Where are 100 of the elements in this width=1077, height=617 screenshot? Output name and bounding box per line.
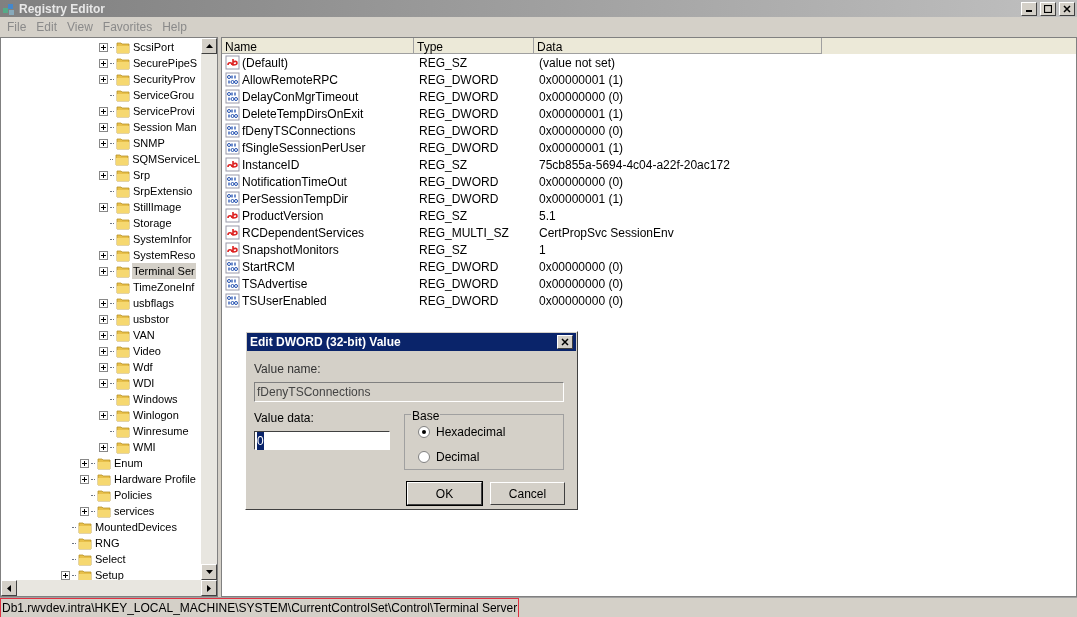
folder-icon	[115, 152, 130, 166]
value-name[interactable]: (Default)	[242, 53, 288, 72]
expand-icon[interactable]	[99, 378, 108, 388]
tree-item[interactable]: Enum	[113, 454, 144, 472]
tree-item[interactable]: StillImage	[132, 198, 183, 216]
tree-item[interactable]: SQMServiceL	[131, 150, 201, 168]
tree-item[interactable]: Select	[94, 550, 127, 568]
tree-item[interactable]: Srp	[132, 166, 152, 184]
value-name[interactable]: fDenyTSConnections	[242, 121, 356, 140]
tree-item[interactable]: usbflags	[132, 294, 175, 312]
tree-item[interactable]: Winresume	[132, 422, 190, 440]
expand-icon[interactable]	[99, 202, 108, 212]
tree-item[interactable]: WMI	[132, 438, 157, 456]
tree-item[interactable]: Winlogon	[132, 406, 180, 424]
tree-item[interactable]: ServiceProvi	[132, 102, 196, 120]
value-name[interactable]: PerSessionTempDir	[242, 189, 349, 208]
tree-item[interactable]: RNG	[94, 534, 121, 552]
expand-icon[interactable]	[99, 138, 108, 148]
column-header[interactable]: Type	[414, 38, 534, 54]
up-arrow-icon[interactable]	[205, 44, 213, 48]
radio-icon[interactable]	[418, 450, 430, 463]
tree-item[interactable]: SNMP	[132, 134, 166, 152]
tree-item[interactable]: VAN	[132, 326, 156, 344]
folder-icon	[116, 264, 130, 278]
folder-icon	[116, 312, 130, 326]
tree-item[interactable]: TimeZoneInf	[132, 278, 196, 296]
tree-item[interactable]: ServiceGrou	[132, 86, 196, 104]
ok-button[interactable]: OK	[407, 482, 482, 505]
expand-icon[interactable]	[99, 298, 108, 308]
column-header[interactable]: Name	[222, 38, 414, 54]
value-data-field[interactable]: 0	[254, 431, 390, 450]
value-type: REG_DWORD	[418, 139, 500, 157]
value-name[interactable]: fSingleSessionPerUser	[242, 138, 366, 157]
radio-option[interactable]: Hexadecimal	[418, 422, 563, 441]
expand-icon[interactable]	[99, 170, 108, 180]
radio-icon[interactable]	[418, 425, 430, 438]
value-name[interactable]: TSAdvertise	[242, 274, 308, 293]
value-name[interactable]: TSUserEnabled	[242, 291, 327, 310]
tree-item[interactable]: SrpExtensio	[132, 182, 194, 200]
radio-option[interactable]: Decimal	[418, 447, 563, 466]
folder-icon	[97, 472, 111, 486]
expand-icon[interactable]	[99, 42, 108, 52]
value-name[interactable]: ProductVersion	[242, 206, 324, 225]
value-name-field[interactable]: fDenyTSConnections	[254, 382, 564, 402]
tree-item[interactable]: Video	[132, 342, 162, 360]
expand-icon[interactable]	[99, 74, 108, 84]
expand-icon[interactable]	[99, 410, 108, 420]
tree-item[interactable]: SystemInfor	[132, 230, 193, 248]
tree-item[interactable]: ScsiPort	[132, 38, 175, 56]
tree-item[interactable]: Session Man	[132, 118, 198, 136]
column-header[interactable]: Data	[534, 38, 822, 54]
value-name[interactable]: AllowRemoteRPC	[242, 70, 339, 89]
expand-icon[interactable]	[99, 330, 108, 340]
expand-icon[interactable]	[80, 474, 89, 484]
value-name[interactable]: NotificationTimeOut	[242, 172, 347, 191]
vertical-scrollbar[interactable]	[201, 38, 217, 580]
tree-item[interactable]: Policies	[113, 486, 153, 504]
minimize-button[interactable]	[1021, 1, 1037, 16]
tree-item[interactable]: WDI	[132, 374, 156, 392]
expand-icon[interactable]	[99, 266, 108, 276]
value-name[interactable]: StartRCM	[242, 257, 295, 276]
expand-icon[interactable]	[80, 506, 89, 516]
value-name[interactable]: SnapshotMonitors	[242, 240, 339, 259]
tree-item[interactable]: Wdf	[132, 358, 154, 376]
horizontal-scrollbar[interactable]	[1, 580, 217, 596]
expand-icon[interactable]	[61, 570, 70, 580]
expand-icon[interactable]	[99, 442, 108, 452]
value-name[interactable]: RCDependentServices	[242, 223, 365, 242]
tree-item[interactable]: SystemReso	[132, 246, 197, 264]
tree-item[interactable]: Hardware Profile	[113, 470, 197, 488]
cancel-button[interactable]: Cancel	[490, 482, 565, 505]
value-name[interactable]: DelayConMgrTimeout	[242, 87, 359, 106]
tree-item[interactable]: Terminal Ser	[132, 262, 196, 280]
value-name[interactable]: InstanceID	[242, 155, 300, 174]
maximize-button[interactable]	[1040, 1, 1056, 16]
tree-item[interactable]: usbstor	[132, 310, 171, 328]
tree-item[interactable]: Storage	[132, 214, 173, 232]
tree-item[interactable]: services	[113, 502, 156, 520]
tree-item[interactable]: SecurePipeS	[132, 54, 199, 72]
value-type: REG_DWORD	[418, 122, 500, 140]
value-name[interactable]: DeleteTempDirsOnExit	[242, 104, 364, 123]
tree-item[interactable]: SecurityProv	[132, 70, 197, 88]
expand-icon[interactable]	[99, 362, 108, 372]
down-arrow-icon[interactable]	[205, 570, 213, 574]
expand-icon[interactable]	[80, 458, 89, 468]
right-arrow-icon[interactable]	[207, 584, 211, 592]
close-button[interactable]	[1059, 1, 1075, 16]
expand-icon[interactable]	[99, 122, 108, 132]
expand-icon[interactable]	[99, 250, 108, 260]
expand-icon[interactable]	[99, 106, 108, 116]
value-type: REG_DWORD	[418, 105, 500, 123]
expand-icon[interactable]	[99, 314, 108, 324]
expand-icon[interactable]	[99, 58, 108, 68]
binary-value-icon	[225, 106, 240, 121]
expand-icon[interactable]	[99, 346, 108, 356]
tree-item[interactable]: Windows	[132, 390, 179, 408]
tree-item[interactable]: MountedDevices	[94, 518, 178, 536]
maximize-icon	[1044, 4, 1052, 13]
left-arrow-icon[interactable]	[7, 584, 11, 592]
close-button[interactable]	[557, 335, 573, 349]
